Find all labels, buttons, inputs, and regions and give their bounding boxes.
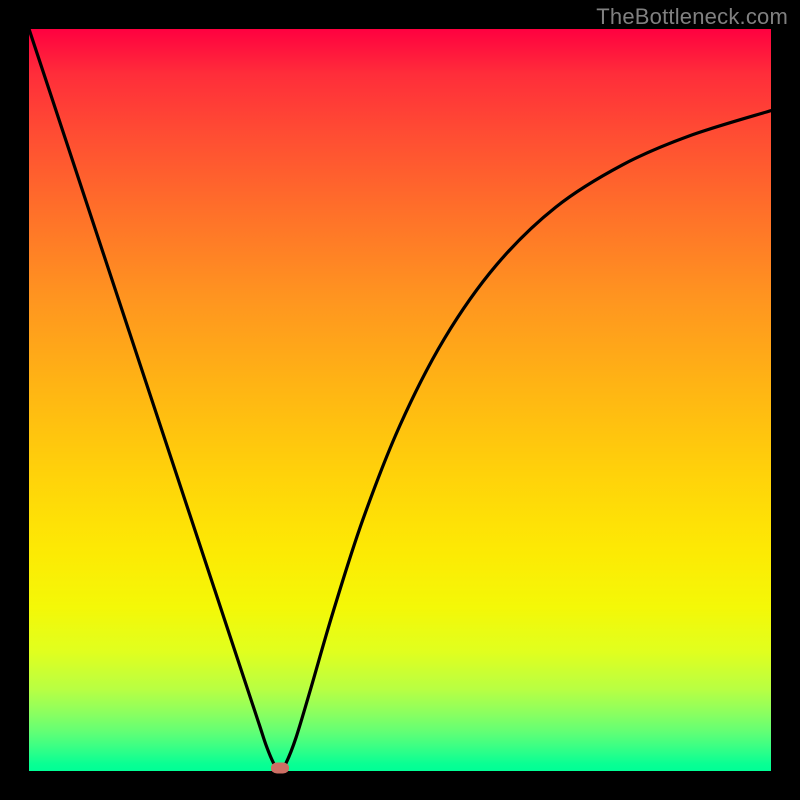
minimum-marker-icon: [271, 763, 289, 774]
chart-frame: TheBottleneck.com: [0, 0, 800, 800]
chart-plot-area: [29, 29, 771, 771]
bottleneck-curve: [29, 29, 771, 771]
watermark-text: TheBottleneck.com: [596, 4, 788, 30]
